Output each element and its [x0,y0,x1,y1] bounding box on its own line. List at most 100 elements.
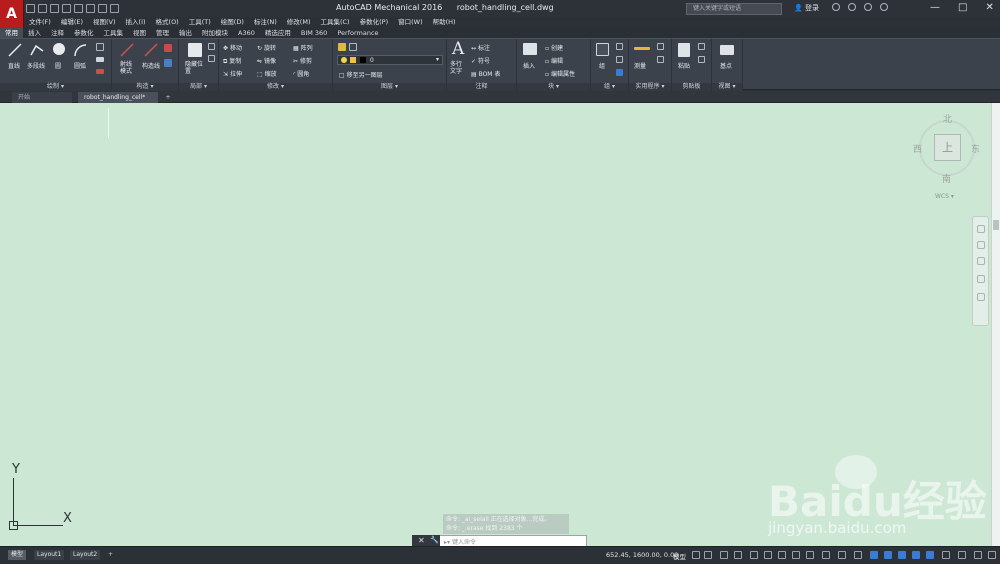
construct-tool2-icon[interactable] [164,59,172,67]
osnap-icon[interactable] [778,551,786,559]
search-input[interactable]: 键入关键字或短语 [686,3,782,15]
tab-output[interactable]: 输出 [174,28,197,38]
login-button[interactable]: 👤 登录 [794,3,819,13]
move-button[interactable]: ✥ 移动 [223,43,242,52]
tab-drawing[interactable]: robot_handling_cell* [78,92,158,103]
redo-icon[interactable] [98,4,107,13]
tab-a360[interactable]: A360 [233,28,260,38]
menu-help[interactable]: 帮助(H) [428,17,461,28]
create-block-button[interactable]: ▫ 创建 [545,43,563,52]
workspace-icon[interactable] [110,4,119,13]
edit-block-button[interactable]: ▫ 编辑 [545,56,563,65]
menu-tools[interactable]: 工具(T) [184,17,216,28]
group-select-icon[interactable] [616,69,623,76]
tab-featured-apps[interactable]: 精选应用 [260,28,296,38]
arc-button[interactable]: 圆弧 [74,61,86,70]
undo-icon[interactable] [86,4,95,13]
menu-insert[interactable]: 插入(I) [121,17,151,28]
scrollbar-thumb[interactable] [993,220,999,230]
panel-view-title[interactable]: 视图 ▾ [712,83,742,91]
menu-format[interactable]: 格式(O) [151,17,184,28]
panel-draw-title[interactable]: 绘制 ▾ [0,83,111,91]
layer-properties-icon[interactable] [338,43,346,51]
xline-button[interactable]: 构造线 [142,61,160,70]
menu-edit[interactable]: 编辑(E) [56,17,88,28]
transparency-icon[interactable] [806,551,814,559]
a360-icon[interactable] [864,3,872,11]
units-icon[interactable] [898,551,906,559]
trim-button[interactable]: ✂ 修剪 [293,56,312,65]
maximize-button[interactable]: □ [958,2,967,13]
menu-window[interactable]: 窗口(W) [393,17,428,28]
polyline-button[interactable]: 多段线 [27,61,45,70]
array-button[interactable]: ▦ 阵列 [293,43,313,52]
copy-button[interactable]: ⧉ 复制 [223,56,241,66]
new-tab-button[interactable]: + [163,92,173,103]
isolate-objects-icon[interactable] [942,551,950,559]
osnap-tracking-icon[interactable] [764,551,772,559]
bom-button[interactable]: ▤ BOM 表 [471,69,500,78]
rotate-button[interactable]: ↻ 旋转 [257,43,276,52]
saveas-icon[interactable] [62,4,71,13]
scale-button[interactable]: ⬚ 缩放 [257,69,277,78]
utility-tool2-icon[interactable] [657,56,664,63]
circle-button[interactable]: 圆 [55,61,61,70]
model-space-toggle[interactable]: 模型 [673,551,686,561]
detail-tool-icon[interactable] [208,43,215,50]
menu-modify[interactable]: 修改(M) [282,17,316,28]
selection-cycling-icon[interactable] [822,551,830,559]
menu-draw[interactable]: 绘图(D) [216,17,249,28]
snap-icon[interactable] [704,551,712,559]
compass-south[interactable]: 南 [942,172,951,185]
panel-utilities-title[interactable]: 实用程序 ▾ [629,83,671,91]
pan-icon[interactable] [977,241,985,249]
tab-performance[interactable]: Performance [332,28,383,38]
fillet-button[interactable]: ◜ 圆角 [293,69,309,78]
rectangle-icon[interactable] [96,43,104,51]
tab-manage[interactable]: 管理 [151,28,174,38]
dimension-button[interactable]: ↔ 标注 [471,43,490,52]
print-icon[interactable] [74,4,83,13]
open-icon[interactable] [38,4,47,13]
group-button[interactable]: 组 [599,61,605,70]
tab-bim360[interactable]: BIM 360 [296,28,332,38]
help-icon[interactable] [880,3,888,11]
showmotion-icon[interactable] [977,293,985,301]
copy-clip-icon[interactable] [698,56,705,63]
wcs-menu[interactable]: WCS ▾ [935,193,954,200]
insert-block-button[interactable]: 插入 [523,61,535,70]
cart-icon[interactable] [832,3,840,11]
point-icon[interactable] [96,69,104,74]
lock-ui-icon[interactable] [926,551,934,559]
annotation-scale-icon[interactable] [854,551,862,559]
close-button[interactable]: ✕ [985,2,993,13]
compass-west[interactable]: 西 [913,142,922,155]
annotation-monitor-icon[interactable] [884,551,892,559]
menu-parametric[interactable]: 参数化(P) [355,17,394,28]
measure-button[interactable]: 测量 [634,61,646,70]
vertical-scrollbar[interactable] [991,103,1000,546]
construct-tool-icon[interactable] [164,44,172,52]
mirror-button[interactable]: ⇋ 镜像 [257,56,276,65]
tab-start[interactable]: 开始 [12,92,72,103]
menu-file[interactable]: 文件(F) [24,17,56,28]
tab-annotate[interactable]: 注释 [46,28,69,38]
gear-icon[interactable] [838,551,846,559]
tab-addins[interactable]: 附加模块 [197,28,233,38]
orbit-icon[interactable] [977,275,985,283]
minimize-button[interactable]: — [930,2,940,13]
viewcube-top-face[interactable]: 上 [934,134,961,161]
wrench-icon[interactable]: 🔧 [430,536,439,544]
workspace-switch-icon[interactable] [870,551,878,559]
isodraft-icon[interactable] [750,551,758,559]
tab-parametric[interactable]: 参数化 [69,28,99,38]
lineweight-icon[interactable] [792,551,800,559]
ortho-icon[interactable] [720,551,728,559]
panel-layers-title[interactable]: 图层 ▾ [333,83,446,91]
hide-situation-button[interactable]: 隐藏位置 [185,61,203,75]
hardware-acceleration-icon[interactable] [958,551,966,559]
detail-tool2-icon[interactable] [208,55,215,62]
polar-icon[interactable] [734,551,742,559]
symbol-button[interactable]: ✓ 符号 [471,56,490,65]
panel-clipboard-title[interactable]: 剪贴板 [672,83,711,91]
